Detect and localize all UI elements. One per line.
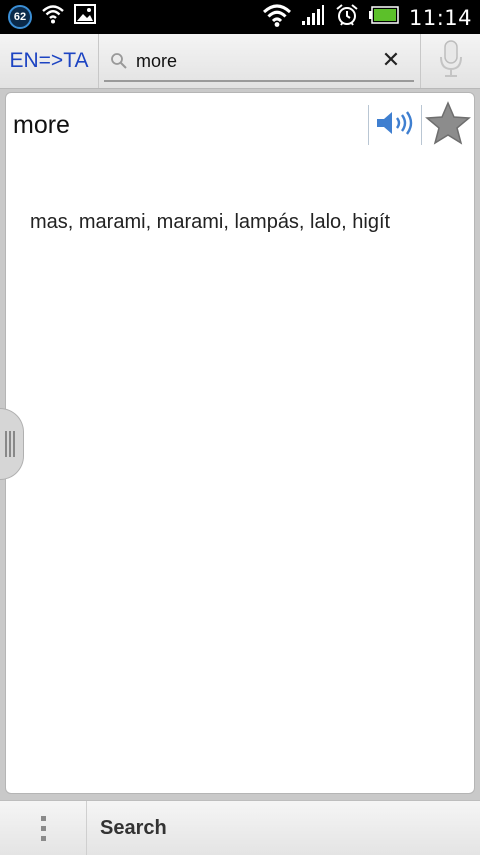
search-icon: [110, 52, 128, 75]
search-input[interactable]: [134, 46, 378, 76]
drawer-handle-icon: [4, 431, 15, 457]
image-icon: [74, 4, 96, 29]
search-box: ✕: [104, 42, 414, 82]
microphone-button[interactable]: [420, 34, 480, 88]
wifi-notification-icon: [42, 4, 64, 29]
status-bar-left: 62: [8, 4, 96, 29]
status-bar-right: 11:14: [262, 3, 472, 32]
overflow-menu-button[interactable]: [0, 801, 87, 855]
status-bar: 62 11:14: [0, 0, 480, 34]
search-toolbar: EN=>TA ✕: [0, 34, 480, 89]
notification-badge-icon: 62: [8, 4, 32, 29]
wifi-icon: [262, 3, 291, 32]
microphone-icon: [439, 39, 463, 84]
favorite-button[interactable]: [424, 100, 472, 150]
language-pair-button[interactable]: EN=>TA: [0, 34, 99, 88]
clear-search-button[interactable]: ✕: [376, 44, 406, 76]
alarm-icon: [335, 3, 359, 32]
speaker-icon: [375, 110, 415, 141]
entry-card: more mas, marami, marami, lampás, lalo, …: [5, 92, 475, 794]
menu-dots-icon: [40, 815, 46, 841]
entry-word: more: [13, 111, 70, 139]
bottom-bar: Search: [0, 800, 480, 855]
clock: 11:14: [408, 5, 472, 30]
translation-text: mas, marami, marami, lampás, lalo, higít: [30, 211, 391, 233]
star-icon: [425, 100, 471, 150]
battery-icon: [368, 6, 399, 29]
signal-icon: [301, 4, 325, 31]
pronounce-button[interactable]: [368, 105, 422, 145]
search-action-button[interactable]: Search: [100, 801, 167, 855]
